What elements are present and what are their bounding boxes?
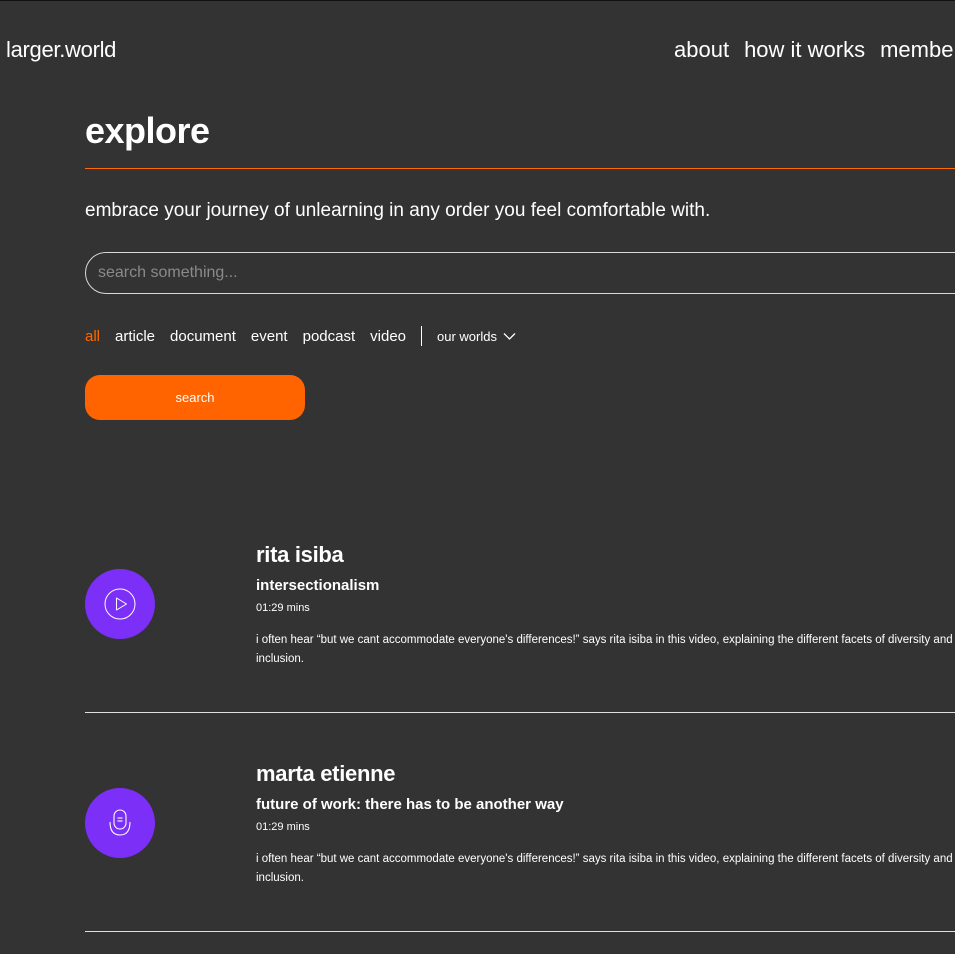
nav-link-how-it-works[interactable]: how it works	[744, 37, 865, 63]
site-logo[interactable]: larger.world	[6, 37, 116, 63]
top-border	[0, 0, 955, 1]
result-type-badge[interactable]	[85, 788, 155, 858]
result-duration: 01:29 mins	[256, 602, 310, 614]
search-button[interactable]: search	[85, 375, 305, 420]
filter-all[interactable]: all	[85, 328, 100, 345]
filter-article[interactable]: article	[115, 328, 155, 345]
result-item[interactable]: rita isiba intersectionalism 01:29 mins …	[0, 494, 955, 714]
result-type-badge[interactable]	[85, 569, 155, 639]
filter-event[interactable]: event	[251, 328, 288, 345]
microphone-icon	[109, 809, 131, 836]
play-icon	[104, 588, 136, 620]
nav-link-members[interactable]: members	[880, 37, 955, 63]
filter-podcast[interactable]: podcast	[303, 328, 356, 345]
result-item[interactable]: marta etienne future of work: there has …	[0, 713, 955, 933]
page-title: explore	[85, 110, 210, 151]
intro-text: embrace your journey of unlearning in an…	[85, 200, 711, 221]
result-topic[interactable]: future of work: there has to be another …	[256, 796, 564, 813]
filter-separator	[421, 326, 423, 346]
our-worlds-dropdown[interactable]: our worlds	[437, 329, 516, 344]
filter-document[interactable]: document	[170, 328, 236, 345]
title-divider	[85, 168, 955, 169]
result-topic[interactable]: intersectionalism	[256, 577, 379, 594]
filter-bar: all article document event podcast video…	[85, 326, 516, 346]
filter-video[interactable]: video	[370, 328, 406, 345]
nav-link-about[interactable]: about	[674, 37, 729, 63]
result-description: i often hear “but we cant accommodate ev…	[256, 634, 953, 665]
our-worlds-label: our worlds	[437, 328, 497, 344]
chevron-down-icon	[503, 332, 516, 340]
result-duration: 01:29 mins	[256, 821, 310, 833]
result-divider	[85, 931, 955, 932]
result-author[interactable]: marta etienne	[256, 761, 395, 787]
main-nav: about how it works members	[674, 37, 955, 63]
result-description: i often hear “but we cant accommodate ev…	[256, 853, 953, 884]
search-input[interactable]	[85, 252, 955, 294]
result-author[interactable]: rita isiba	[256, 542, 344, 568]
